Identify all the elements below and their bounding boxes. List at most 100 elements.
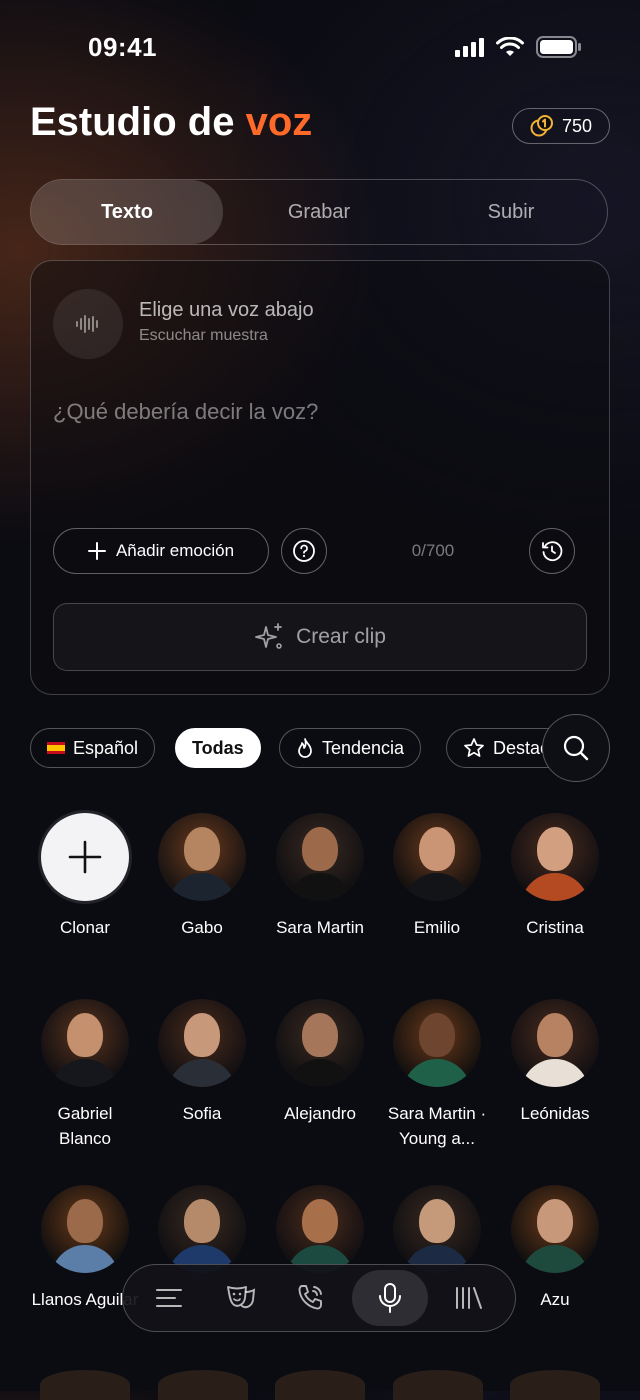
history-icon bbox=[542, 541, 563, 562]
waveform-icon bbox=[76, 315, 98, 333]
tab-texto[interactable]: Texto bbox=[31, 180, 223, 244]
flame-icon bbox=[298, 738, 312, 758]
voice-name: Sofia bbox=[182, 1104, 222, 1123]
search-button[interactable] bbox=[542, 714, 610, 782]
voice-avatar-partial bbox=[158, 1370, 248, 1400]
theater-mask-icon bbox=[226, 1286, 255, 1309]
tab-grabar[interactable]: Grabar bbox=[223, 180, 415, 244]
plus-icon bbox=[87, 542, 106, 560]
nav-characters[interactable] bbox=[210, 1270, 270, 1326]
add-emotion-label: Añadir emoción bbox=[115, 541, 235, 560]
library-icon bbox=[456, 1287, 483, 1309]
voice-item-clonar[interactable]: Clonar bbox=[30, 813, 140, 940]
filter-todas-label: Todas bbox=[192, 737, 244, 758]
listen-sample-link[interactable]: Escuchar muestra bbox=[139, 327, 268, 345]
voice-avatar bbox=[511, 813, 599, 901]
voice-name: Sara Martin bbox=[276, 918, 364, 937]
plus-icon bbox=[68, 840, 102, 874]
filter-language-label: Español bbox=[73, 737, 139, 758]
title-main: Estudio de bbox=[30, 100, 246, 144]
voice-item[interactable]: Cristina bbox=[500, 813, 610, 940]
voice-avatar bbox=[393, 999, 481, 1087]
tab-subir[interactable]: Subir bbox=[415, 180, 607, 244]
battery-icon bbox=[536, 36, 582, 58]
history-button[interactable] bbox=[529, 528, 575, 574]
voice-avatar bbox=[41, 1185, 129, 1273]
cellular-signal-icon bbox=[455, 37, 484, 57]
voice-name: Alejandro bbox=[284, 1104, 356, 1123]
title-accent: voz bbox=[245, 100, 313, 144]
star-icon bbox=[464, 738, 484, 757]
create-clip-button[interactable]: Crear clip bbox=[53, 603, 587, 671]
voice-avatar bbox=[511, 999, 599, 1087]
voice-avatar-partial bbox=[40, 1370, 130, 1400]
voice-name: Azu bbox=[540, 1290, 570, 1309]
character-counter: 0/700 bbox=[411, 541, 455, 560]
nav-library[interactable] bbox=[439, 1270, 499, 1326]
voice-avatar bbox=[158, 813, 246, 901]
nav-calls[interactable] bbox=[281, 1270, 341, 1326]
status-icons bbox=[455, 36, 582, 58]
credits-badge[interactable]: 750 bbox=[512, 108, 610, 144]
voice-avatar bbox=[41, 999, 129, 1087]
help-button[interactable] bbox=[281, 528, 327, 574]
nav-list[interactable] bbox=[139, 1270, 199, 1326]
voice-select-title[interactable]: Elige una voz abajo bbox=[139, 299, 314, 322]
coins-icon bbox=[530, 115, 553, 137]
voice-name: Sara Martin · Young a... bbox=[387, 1104, 487, 1148]
voice-name: Clonar bbox=[59, 918, 111, 937]
search-icon bbox=[563, 735, 589, 761]
script-input[interactable]: ¿Qué debería decir la voz? bbox=[53, 399, 318, 425]
filter-destacadas[interactable]: Destacadas bbox=[446, 728, 550, 768]
voice-avatar bbox=[393, 1185, 481, 1273]
microphone-icon bbox=[379, 1283, 402, 1313]
bottom-nav bbox=[122, 1264, 516, 1332]
selected-voice-avatar[interactable] bbox=[53, 289, 123, 359]
voice-avatar bbox=[158, 999, 246, 1087]
spain-flag-icon bbox=[47, 742, 65, 754]
mode-tabs: Texto Grabar Subir bbox=[30, 179, 608, 245]
voice-item[interactable]: Azu bbox=[500, 1185, 610, 1312]
voice-item[interactable]: Sara Martin · Young a... bbox=[382, 999, 492, 1151]
status-time: 09:41 bbox=[88, 32, 157, 62]
page-title: Estudio de voz bbox=[30, 100, 312, 145]
sparkles-icon bbox=[255, 623, 282, 649]
voice-avatar-partial bbox=[510, 1370, 600, 1400]
clone-voice-button[interactable] bbox=[41, 813, 129, 901]
question-icon bbox=[293, 540, 315, 562]
nav-voice-studio[interactable] bbox=[352, 1270, 429, 1326]
voice-avatar bbox=[158, 1185, 246, 1273]
voice-avatar bbox=[276, 1185, 364, 1273]
voice-filters: Español Todas Tendencia Destacadas bbox=[30, 728, 550, 768]
status-bar: 09:41 bbox=[0, 0, 640, 90]
voice-avatar bbox=[276, 999, 364, 1087]
voice-name: Gabo bbox=[181, 918, 223, 937]
create-clip-label: Crear clip bbox=[296, 625, 386, 648]
voice-avatar-partial bbox=[275, 1370, 365, 1400]
voice-name: Emilio bbox=[413, 918, 461, 937]
list-icon bbox=[155, 1289, 182, 1307]
voice-avatar bbox=[393, 813, 481, 901]
wifi-icon bbox=[496, 37, 524, 57]
filter-tendencia[interactable]: Tendencia bbox=[279, 728, 422, 768]
voice-avatar-partial bbox=[393, 1370, 483, 1400]
credits-count: 750 bbox=[561, 115, 593, 136]
voice-item[interactable]: Alejandro bbox=[265, 999, 375, 1126]
voice-name: Gabriel Blanco bbox=[57, 1104, 113, 1148]
voice-avatar bbox=[511, 1185, 599, 1273]
phone-call-icon bbox=[298, 1285, 322, 1310]
voice-name: Cristina bbox=[526, 918, 584, 937]
filter-language[interactable]: Español bbox=[30, 728, 156, 768]
voice-name: Leónidas bbox=[520, 1104, 590, 1123]
voice-item[interactable]: Gabriel Blanco bbox=[30, 999, 140, 1151]
add-emotion-button[interactable]: Añadir emoción bbox=[53, 528, 269, 574]
voice-item[interactable]: Sara Martin bbox=[265, 813, 375, 940]
voice-item[interactable]: Gabo bbox=[147, 813, 257, 940]
filter-tendencia-label: Tendencia bbox=[322, 737, 405, 758]
text-editor-card: Elige una voz abajo Escuchar muestra ¿Qu… bbox=[30, 260, 610, 695]
filter-todas[interactable]: Todas bbox=[175, 728, 261, 768]
voice-item[interactable]: Leónidas bbox=[500, 999, 610, 1126]
voice-item[interactable]: Emilio bbox=[382, 813, 492, 940]
voice-item[interactable]: Sofia bbox=[147, 999, 257, 1126]
voice-avatar bbox=[276, 813, 364, 901]
